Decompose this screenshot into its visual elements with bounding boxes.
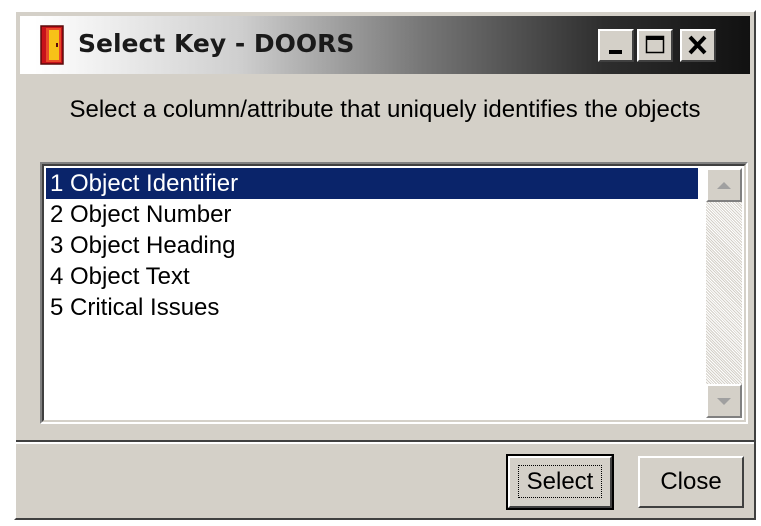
list-item-object-heading[interactable]: 3 Object Heading — [46, 230, 698, 261]
minimize-button[interactable] — [598, 29, 634, 62]
minimize-icon — [609, 50, 622, 54]
scroll-down-arrow-icon — [717, 398, 731, 405]
attribute-list: 1 Object Identifier 2 Object Number 3 Ob… — [46, 168, 698, 323]
maximize-icon — [645, 35, 665, 54]
instruction-text: Select a column/attribute that uniquely … — [69, 96, 701, 123]
maximize-button[interactable] — [637, 29, 673, 62]
select-key-dialog: Select Key - DOORS Select a column/attri… — [14, 10, 756, 520]
window-title: Select Key - DOORS — [78, 29, 355, 58]
title-bar[interactable]: Select Key - DOORS — [20, 16, 750, 74]
close-button-label: Close — [660, 468, 722, 495]
list-item-object-number[interactable]: 2 Object Number — [46, 199, 698, 230]
select-button-label: Select — [517, 465, 603, 498]
attribute-listbox[interactable]: 1 Object Identifier 2 Object Number 3 Ob… — [40, 162, 748, 424]
scroll-up-button[interactable] — [706, 168, 742, 202]
doors-app-icon — [40, 25, 64, 65]
close-icon — [688, 35, 707, 55]
scroll-down-button[interactable] — [706, 384, 742, 418]
scroll-up-arrow-icon — [717, 182, 731, 189]
list-item-object-identifier[interactable]: 1 Object Identifier — [46, 168, 698, 199]
close-window-button[interactable] — [680, 29, 716, 62]
list-item-critical-issues[interactable]: 5 Critical Issues — [46, 292, 698, 323]
list-item-object-text[interactable]: 4 Object Text — [46, 261, 698, 292]
select-button[interactable]: Select — [506, 454, 614, 510]
vertical-scrollbar[interactable] — [706, 168, 742, 418]
close-button[interactable]: Close — [638, 456, 744, 508]
